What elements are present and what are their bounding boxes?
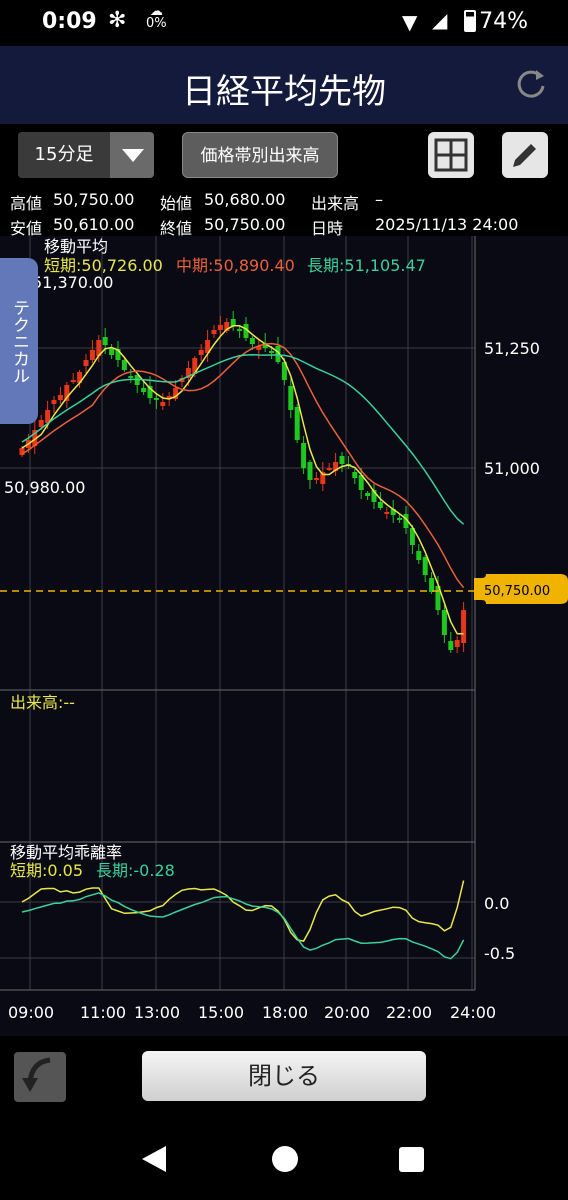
candle-body xyxy=(249,338,255,344)
candle-body xyxy=(441,610,447,635)
data-usage-pct: 0% xyxy=(146,16,167,31)
status-bar: 0:09 ✻ ☁ 0% ▼ ◢ 74% xyxy=(0,0,568,46)
nav-bar xyxy=(0,1120,568,1200)
candle-body xyxy=(352,472,358,478)
timeframe-select[interactable]: 15分足 xyxy=(18,132,154,178)
high-label: 高値 xyxy=(10,194,43,213)
candle-body xyxy=(38,420,44,427)
candle-body xyxy=(294,407,300,440)
current-price-label: 50,750.00 xyxy=(484,584,550,599)
candle-body xyxy=(211,330,217,334)
deviation-long-label: 長期:-0.28 xyxy=(96,861,175,880)
candle-body xyxy=(326,468,332,470)
candle-body xyxy=(70,380,76,382)
refresh-icon[interactable] xyxy=(514,66,548,100)
back-nav-icon[interactable] xyxy=(142,1146,166,1172)
technical-tab[interactable]: テクニカル xyxy=(0,258,38,424)
candle-body xyxy=(153,398,159,400)
x-tick-label: 13:00 xyxy=(134,1003,180,1022)
candle-body xyxy=(461,610,467,643)
max-price-label: 51,370.00 xyxy=(32,273,113,292)
volume-title: 出来高:-- xyxy=(10,693,75,712)
x-tick-label: 20:00 xyxy=(324,1003,370,1022)
candle-body xyxy=(89,350,95,360)
low-value: 50,610.00 xyxy=(53,215,135,234)
timeframe-label: 15分足 xyxy=(18,132,110,178)
pinwheel-icon: ✻ xyxy=(108,8,127,33)
deviation-title: 移動平均乖離率 xyxy=(10,843,122,862)
candle-body xyxy=(269,351,275,353)
home-nav-icon[interactable] xyxy=(272,1146,298,1172)
candle-body xyxy=(198,350,204,355)
layout-grid-button[interactable] xyxy=(428,132,474,178)
volume-by-price-button[interactable]: 価格帯別出来高 xyxy=(182,132,338,178)
candle-body xyxy=(160,402,166,406)
dev-tick-neg05: -0.5 xyxy=(484,944,515,963)
grid-icon xyxy=(434,138,468,172)
candle-body xyxy=(102,337,108,345)
candle-body xyxy=(288,386,294,410)
volume-label: 出来高 xyxy=(311,194,360,213)
x-tick-label: 11:00 xyxy=(80,1003,126,1022)
candle-body xyxy=(237,329,243,331)
candle-body xyxy=(429,578,435,592)
dev-tick-0: 0.0 xyxy=(484,894,509,913)
candle-body xyxy=(83,360,89,366)
pencil-icon xyxy=(513,144,536,167)
x-tick-label: 18:00 xyxy=(262,1003,308,1022)
x-tick-label: 09:00 xyxy=(8,1003,54,1022)
recents-nav-icon[interactable] xyxy=(399,1147,424,1172)
price-chart[interactable]: 50,750.00 51,250 51,000 移動平均 短期:50,726.0… xyxy=(0,236,568,1036)
candle-body xyxy=(128,376,134,378)
ma-long-label: 長期:51,105.47 xyxy=(307,256,426,275)
candle-body xyxy=(301,443,307,468)
battery-level: 74% xyxy=(479,9,528,34)
candle-body xyxy=(397,518,403,520)
candle-body xyxy=(230,319,236,326)
candle-body xyxy=(454,640,460,647)
signal-icon: ◢ xyxy=(432,8,448,32)
ma-mid-label: 中期:50,890.40 xyxy=(176,256,295,275)
deviation-short-label: 短期:0.05 xyxy=(10,861,83,880)
page-title: 日経平均先物 xyxy=(182,72,386,112)
candle-body xyxy=(217,325,223,330)
candle-body xyxy=(365,493,371,496)
candle-body xyxy=(141,388,147,392)
candle-body xyxy=(307,462,313,480)
candle-body xyxy=(51,400,57,404)
y-tick-51000: 51,000 xyxy=(484,459,540,478)
candle-body xyxy=(448,641,454,650)
min-price-label: 50,980.00 xyxy=(4,478,85,497)
close-button[interactable]: 閉じる xyxy=(142,1051,426,1101)
app-header: 日経平均先物 xyxy=(0,46,568,124)
x-tick-label: 24:00 xyxy=(450,1003,496,1022)
candle-body xyxy=(339,456,345,464)
ma-title: 移動平均 xyxy=(44,237,108,256)
close-value: 50,750.00 xyxy=(204,215,286,234)
candle-body xyxy=(377,502,383,508)
high-value: 50,750.00 xyxy=(53,190,135,209)
open-value: 50,680.00 xyxy=(204,190,286,209)
candle-body xyxy=(109,348,115,355)
x-tick-label: 15:00 xyxy=(198,1003,244,1022)
open-label: 始値 xyxy=(160,194,193,213)
y-tick-51250: 51,250 xyxy=(484,339,540,358)
status-time: 0:09 xyxy=(42,9,97,34)
candle-body xyxy=(422,557,428,575)
candle-body xyxy=(57,395,63,400)
battery-icon xyxy=(464,10,476,32)
draw-button[interactable] xyxy=(502,132,548,178)
candle-body xyxy=(416,551,422,560)
datetime-value: 2025/11/13 24:00 xyxy=(375,215,519,234)
candle-body xyxy=(384,512,390,514)
x-tick-label: 22:00 xyxy=(386,1003,432,1022)
candle-body xyxy=(121,360,127,370)
wifi-icon: ▼ xyxy=(402,10,418,34)
volume-value: – xyxy=(375,190,383,209)
chevron-down-icon xyxy=(122,149,144,162)
toolbar: 15分足 価格帯別出来高 xyxy=(0,124,568,188)
candle-body xyxy=(313,478,319,480)
back-icon[interactable] xyxy=(14,1052,66,1102)
data-usage-icon: ☁ 0% xyxy=(146,4,167,31)
